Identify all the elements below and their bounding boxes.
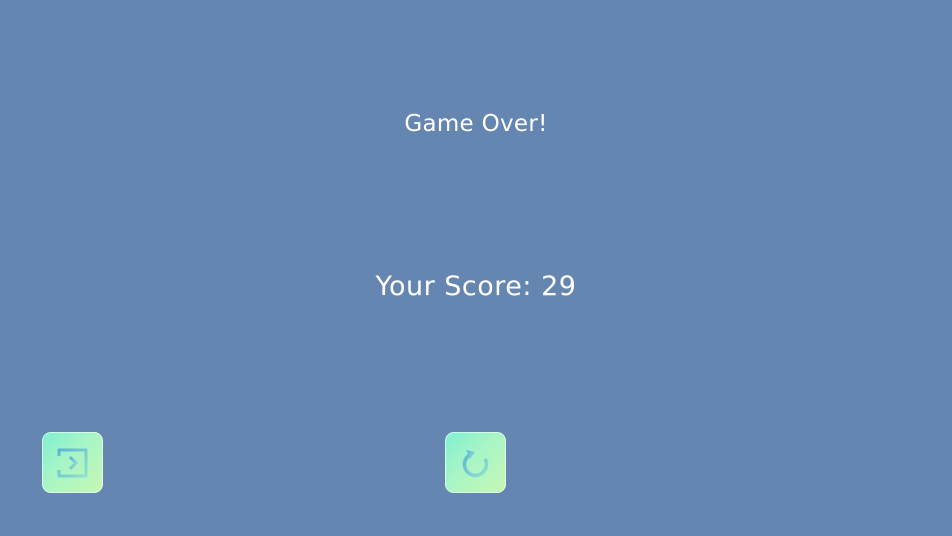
game-over-screen: Game Over! Your Score: 29 <box>0 0 952 536</box>
score-text: Your Score: 29 <box>375 271 577 302</box>
exit-icon <box>55 445 91 481</box>
restart-icon <box>458 445 494 481</box>
restart-button[interactable] <box>445 432 506 493</box>
exit-button[interactable] <box>42 432 103 493</box>
game-over-title: Game Over! <box>404 111 548 137</box>
